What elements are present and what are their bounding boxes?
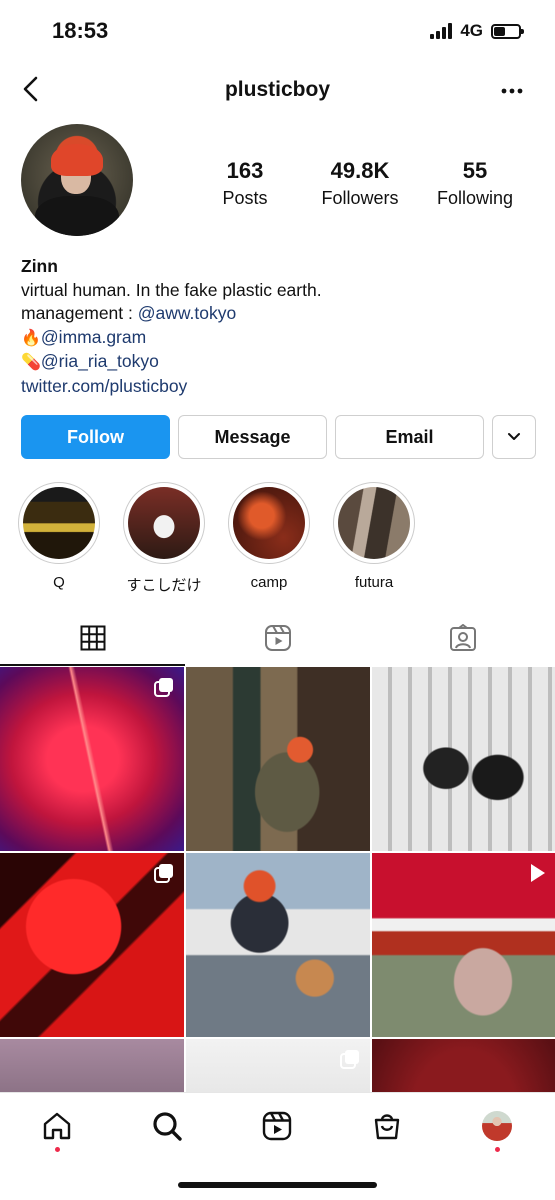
story-highlights: Q すこしだけ camp futura [18, 482, 415, 595]
tagged-icon [449, 624, 476, 651]
post-thumbnail[interactable] [0, 853, 184, 1037]
highlight-label: すこしだけ [126, 577, 202, 594]
highlight-cover [338, 487, 410, 559]
notification-dot [55, 1147, 60, 1152]
mention-link[interactable]: @ria_ria_tokyo [41, 351, 159, 371]
profile-avatar-icon [482, 1111, 512, 1141]
nav-shop[interactable] [370, 1109, 404, 1143]
profile-actions: Follow Message Email [21, 415, 536, 459]
highlight-label: Q [53, 574, 65, 591]
display-name: Zinn [21, 256, 58, 276]
multiple-photos-icon [154, 864, 173, 883]
stat-label: Posts [222, 188, 268, 208]
search-icon [153, 1112, 182, 1141]
bio-mention-line: 🔥@imma.gram [21, 326, 541, 351]
nav-profile[interactable] [480, 1109, 514, 1143]
bio-text: virtual human. In the fake plastic earth… [21, 279, 322, 300]
stat-value: 163 [226, 158, 264, 183]
mention-link[interactable]: @aww.tokyo [138, 303, 237, 323]
fire-emoji: 🔥 [21, 329, 41, 347]
stat-value: 49.8K [330, 158, 390, 183]
highlight-label: futura [354, 574, 394, 591]
profile-avatar[interactable] [21, 124, 133, 236]
post-thumbnail[interactable] [372, 667, 555, 851]
notification-dot [495, 1147, 500, 1152]
home-icon [43, 1112, 71, 1140]
stat-posts[interactable]: 163 Posts [190, 158, 300, 209]
highlight-item[interactable]: camp [228, 482, 310, 595]
highlight-item[interactable]: futura [333, 482, 415, 595]
stat-label: Followers [321, 188, 399, 208]
highlight-item[interactable]: すこしだけ [123, 482, 205, 595]
mention-link[interactable]: @imma.gram [41, 327, 146, 347]
bio-management-label: management : [21, 303, 138, 323]
profile-tabs [0, 610, 555, 666]
status-indicators: 4G [430, 21, 524, 41]
signal-icon [430, 23, 453, 39]
grid-icon [80, 625, 105, 651]
email-button[interactable]: Email [335, 415, 484, 459]
reel-icon [531, 864, 545, 882]
highlight-cover [23, 487, 95, 559]
nav-search[interactable] [150, 1109, 184, 1143]
tab-reels[interactable] [185, 610, 370, 666]
reels-icon [262, 1111, 292, 1141]
chevron-down-icon [508, 433, 520, 440]
battery-icon [491, 23, 524, 39]
stat-label: Following [436, 188, 514, 208]
profile-stats: 163 Posts 49.8K Followers 55 Following [190, 158, 530, 209]
stat-followers[interactable]: 49.8K Followers [305, 158, 415, 209]
follow-button[interactable]: Follow [21, 415, 170, 459]
highlight-cover [128, 487, 200, 559]
pill-emoji: 💊 [21, 354, 41, 371]
network-type: 4G [460, 21, 483, 40]
home-indicator [178, 1182, 377, 1188]
bio-management-line: management : @aww.tokyo [21, 302, 541, 326]
status-time: 18:53 [52, 18, 109, 43]
nav-reels[interactable] [260, 1109, 294, 1143]
highlight-item[interactable]: Q [18, 482, 100, 595]
bio-mention-line: 💊@ria_ria_tokyo [21, 350, 541, 375]
status-bar: 18:53 4G [0, 0, 555, 62]
stat-value: 55 [462, 158, 488, 183]
message-button[interactable]: Message [178, 415, 327, 459]
post-thumbnail[interactable] [0, 667, 184, 851]
nav-home[interactable] [40, 1109, 74, 1143]
profile-header: plusticboy [0, 62, 555, 118]
website-link[interactable]: twitter.com/plusticboy [21, 375, 541, 399]
profile-username: plusticboy [224, 78, 330, 101]
tab-tagged[interactable] [370, 610, 555, 666]
stat-following[interactable]: 55 Following [420, 158, 530, 209]
post-thumbnail[interactable] [186, 667, 370, 851]
post-thumbnail[interactable] [372, 853, 555, 1037]
shop-icon [374, 1114, 400, 1140]
multiple-photos-icon [154, 678, 173, 697]
profile-bio: Zinn virtual human. In the fake plastic … [21, 255, 541, 398]
more-options-icon[interactable] [499, 78, 525, 104]
reels-icon [264, 625, 291, 651]
highlight-label: camp [250, 574, 288, 591]
suggested-accounts-button[interactable] [492, 415, 536, 459]
post-thumbnail[interactable] [186, 853, 370, 1037]
highlight-cover [233, 487, 305, 559]
tab-grid[interactable] [0, 610, 185, 666]
multiple-photos-icon [340, 1050, 359, 1069]
